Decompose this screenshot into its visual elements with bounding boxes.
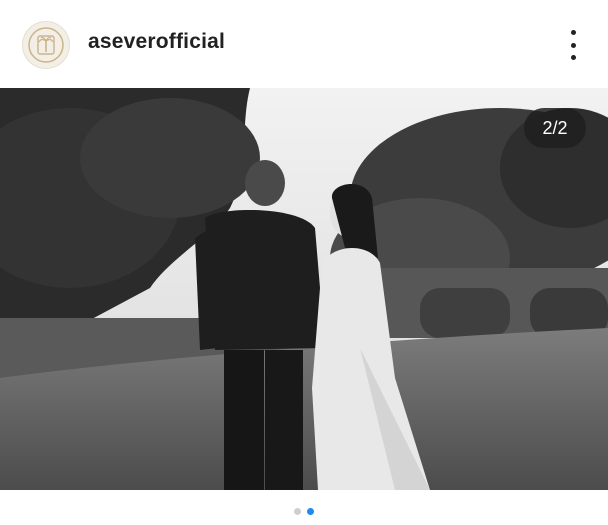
post-header: aseverofficial (0, 0, 608, 88)
carousel-dot-1[interactable] (294, 508, 301, 515)
carousel-dot-2-active[interactable] (307, 508, 314, 515)
carousel-counter: 2/2 (524, 108, 586, 148)
more-vertical-icon (570, 30, 576, 35)
avatar[interactable] (22, 21, 70, 69)
username[interactable]: aseverofficial (88, 30, 225, 54)
carousel-indicator (0, 508, 608, 518)
post-photo[interactable]: 2/2 (0, 88, 608, 490)
palm-tree-crest-icon (28, 27, 64, 63)
photo-image (0, 88, 608, 490)
more-options-button[interactable] (560, 30, 586, 60)
